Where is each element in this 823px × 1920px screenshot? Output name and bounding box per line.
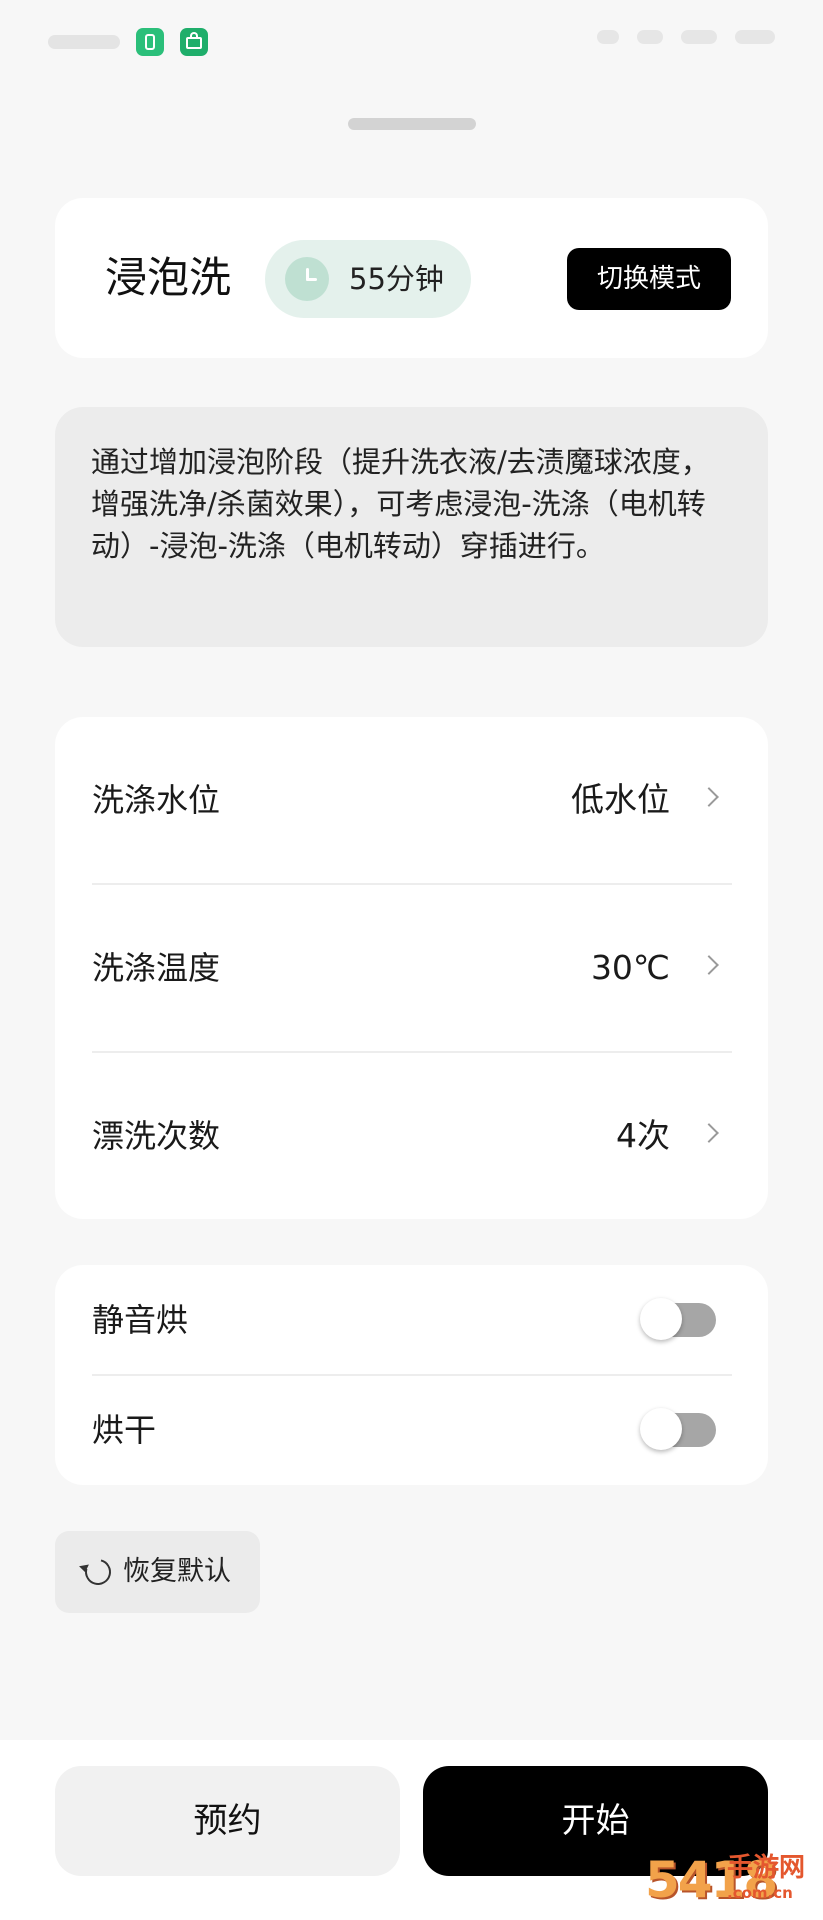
duration-text: 55分钟: [349, 262, 444, 296]
chevron-right-icon: [699, 955, 719, 975]
setting-label: 漂洗次数: [92, 1117, 221, 1155]
status-bar: [0, 0, 823, 80]
switch-mode-button[interactable]: 切换模式: [567, 248, 731, 310]
setting-value: 低水位: [571, 780, 670, 819]
setting-label: 洗涤水位: [92, 781, 221, 819]
chevron-right-icon: [699, 1123, 719, 1143]
setting-row-water-level[interactable]: 洗涤水位 低水位: [55, 717, 768, 883]
chevron-right-icon: [699, 787, 719, 807]
signal-icon: [597, 30, 619, 44]
duration-pill: 55分钟: [265, 240, 471, 318]
wifi-icon: [637, 30, 663, 44]
toggle-knob: [640, 1408, 682, 1450]
dry-toggle[interactable]: [640, 1408, 716, 1450]
toggle-row-quiet-dry: 静音烘: [55, 1265, 768, 1375]
battery-saver-icon: [136, 28, 164, 56]
site-watermark: 5418 手游网 .com.cn: [645, 1848, 815, 1912]
battery-icon: [735, 30, 775, 44]
network-icon: [681, 30, 717, 44]
setting-label: 洗涤温度: [92, 949, 221, 987]
shopping-bag-icon: [180, 28, 208, 56]
toggle-knob: [640, 1298, 682, 1340]
setting-value: 4次: [616, 1116, 670, 1155]
reset-label: 恢复默认: [123, 1556, 231, 1587]
schedule-button[interactable]: 预约: [55, 1766, 400, 1876]
settings-card: 洗涤水位 低水位 洗涤温度 30℃ 漂洗次数 4次: [55, 717, 768, 1219]
clock-icon: [285, 257, 329, 301]
setting-row-temperature[interactable]: 洗涤温度 30℃: [55, 885, 768, 1051]
status-left: [48, 28, 208, 56]
mode-title: 浸泡洗: [105, 253, 232, 302]
reset-default-button[interactable]: 恢复默认: [55, 1531, 260, 1613]
mode-description: 通过增加浸泡阶段（提升洗衣液/去渍魔球浓度，增强洗净/杀菌效果），可考虑浸泡-洗…: [91, 445, 710, 563]
setting-value: 30℃: [590, 948, 670, 987]
status-indicators: [597, 30, 775, 44]
toggle-card: 静音烘 烘干: [55, 1265, 768, 1485]
mode-header-card: 浸泡洗 55分钟 切换模式: [55, 198, 768, 358]
watermark-text: 手游网: [727, 1853, 806, 1883]
setting-row-rinse-count[interactable]: 漂洗次数 4次: [55, 1053, 768, 1219]
reset-icon: [80, 1554, 116, 1590]
toggle-label: 静音烘: [92, 1301, 189, 1339]
toggle-label: 烘干: [92, 1411, 157, 1449]
sheet-drag-handle[interactable]: [348, 118, 476, 130]
toggle-row-dry: 烘干: [55, 1375, 768, 1485]
status-time-faded: [48, 35, 120, 49]
mode-description-card: 通过增加浸泡阶段（提升洗衣液/去渍魔球浓度，增强洗净/杀菌效果），可考虑浸泡-洗…: [55, 407, 768, 647]
quiet-dry-toggle[interactable]: [640, 1298, 716, 1340]
watermark-url: .com.cn: [727, 1884, 793, 1902]
